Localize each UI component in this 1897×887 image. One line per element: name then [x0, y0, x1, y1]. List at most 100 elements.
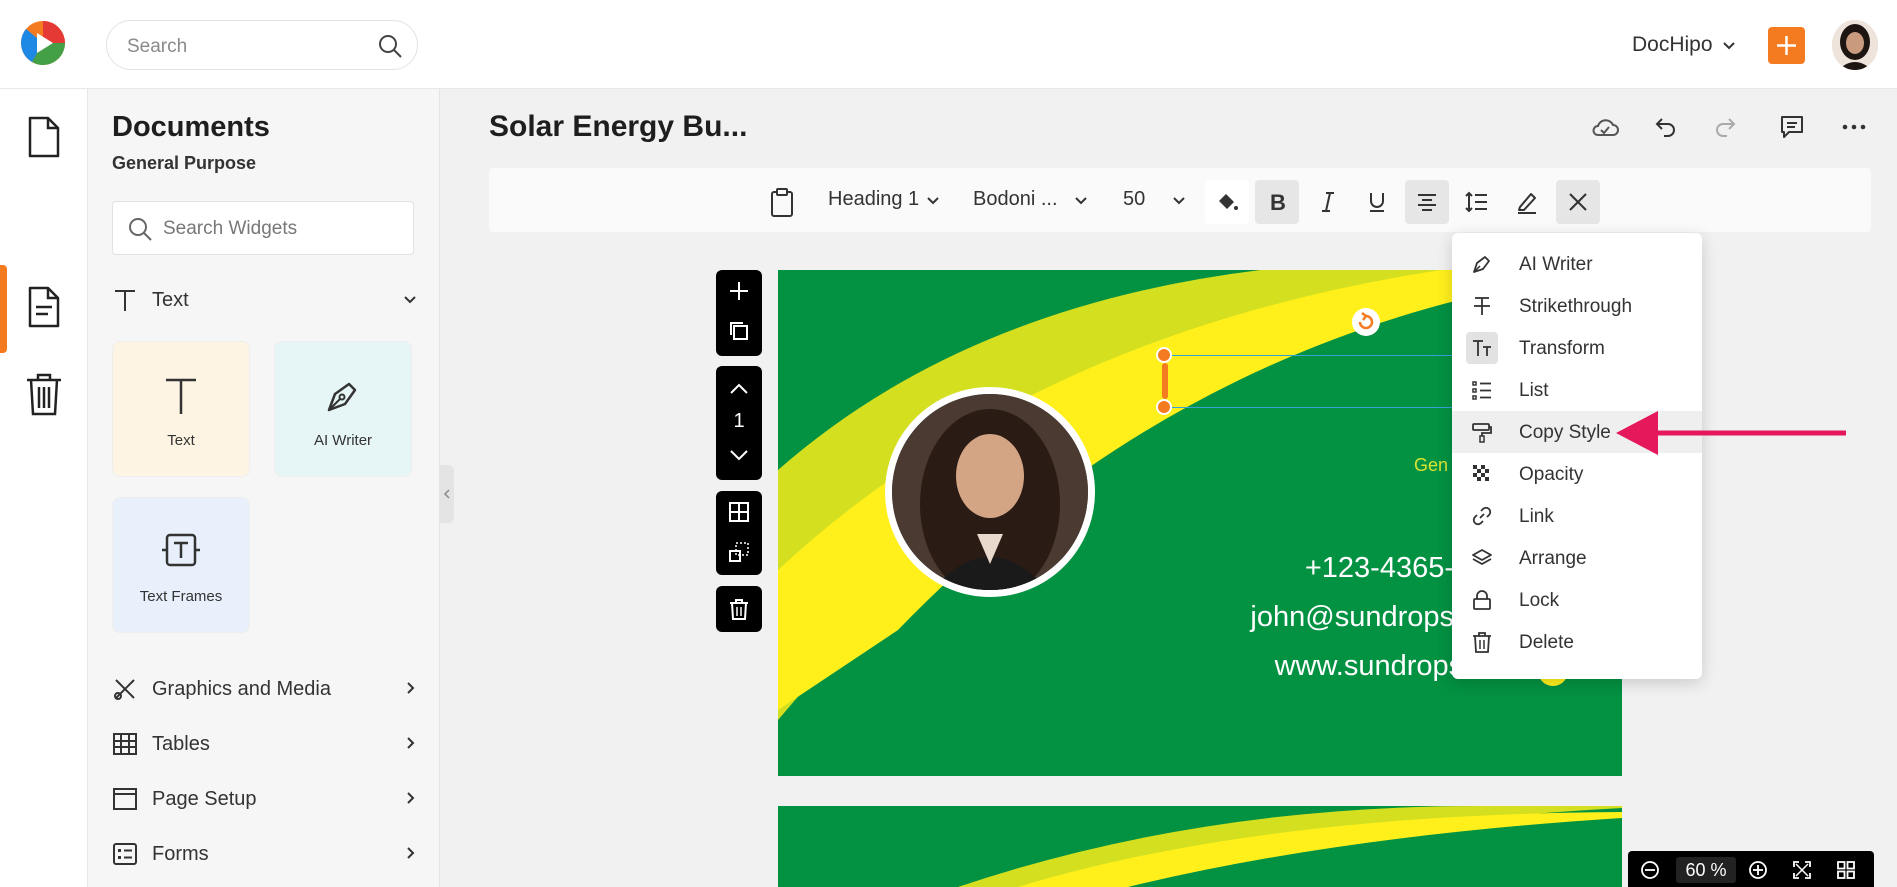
cloud-saved-icon[interactable] [1590, 112, 1620, 142]
resize-handle-top[interactable] [1156, 347, 1172, 363]
bold-button[interactable]: B [1255, 180, 1299, 224]
comment-icon[interactable] [1777, 112, 1807, 142]
pen-nib-icon [1466, 248, 1498, 280]
section-tables[interactable]: Tables [112, 723, 418, 763]
redo-icon[interactable] [1712, 112, 1742, 142]
undo-icon[interactable] [1649, 112, 1679, 142]
underline-icon [1370, 193, 1384, 212]
zoom-value: 60 [1685, 860, 1706, 880]
grid-icon[interactable] [728, 501, 750, 523]
resize-handle-bottom[interactable] [1156, 399, 1172, 415]
chevron-up-icon[interactable] [728, 378, 750, 400]
font-size-select[interactable]: 50 [1123, 188, 1145, 211]
menu-item-lock[interactable]: Lock [1452, 579, 1702, 621]
widget-tile-text[interactable]: Text [112, 341, 250, 477]
job-title-text[interactable]: Gen [1414, 455, 1448, 476]
widget-search-input[interactable]: Search Widgets [112, 201, 414, 255]
menu-item-opacity[interactable]: Opacity [1452, 453, 1702, 495]
chevron-right-icon [407, 792, 415, 804]
document-icon [28, 116, 60, 158]
panel-subtitle: General Purpose [112, 153, 257, 173]
menu-item-link[interactable]: Link [1452, 495, 1702, 537]
account-menu-label[interactable]: DocHipo [1632, 33, 1713, 57]
delete-page-button[interactable] [716, 586, 762, 632]
menu-item-label: Transform [1519, 338, 1605, 359]
chevron-down-icon[interactable] [1720, 36, 1738, 54]
rail-templates[interactable] [0, 267, 88, 347]
widget-tile-label: Text [167, 432, 195, 449]
text-style-select[interactable]: Heading 1 [828, 188, 919, 211]
zoom-in-icon[interactable] [1748, 860, 1768, 880]
bold-icon: B [1270, 190, 1286, 214]
section-forms[interactable]: Forms [112, 833, 418, 873]
widget-search-placeholder: Search Widgets [163, 218, 298, 239]
zoom-out-icon[interactable] [1640, 860, 1660, 880]
search-icon[interactable] [377, 33, 403, 59]
line-spacing-button[interactable] [1455, 180, 1499, 224]
widget-tile-text-frames[interactable]: Text Frames [112, 497, 250, 633]
text-icon [115, 290, 135, 311]
widget-tile-ai-writer[interactable]: AI Writer [274, 341, 412, 477]
menu-item-label: Link [1519, 506, 1554, 527]
duplicate-page-icon[interactable] [728, 320, 750, 342]
widget-tile-label: AI Writer [313, 432, 373, 449]
underline-button[interactable] [1355, 180, 1399, 224]
chevron-down-icon[interactable] [1171, 192, 1187, 208]
fullscreen-icon[interactable] [1792, 860, 1812, 880]
layers-icon [1466, 542, 1498, 574]
search-placeholder: Search [127, 36, 188, 57]
section-graphics-and-media[interactable]: Graphics and Media [112, 668, 418, 708]
paint-bucket-icon [1219, 194, 1238, 210]
collapse-panel-button[interactable] [440, 465, 454, 523]
zoom-level-field[interactable]: 60 % [1676, 857, 1736, 883]
add-page-icon[interactable] [728, 280, 750, 302]
graphics-icon [114, 679, 135, 700]
app-logo-icon[interactable] [20, 20, 66, 66]
panel-title: Documents [112, 111, 270, 143]
phone-text[interactable]: +123-4365- [1305, 552, 1454, 585]
rail-trash[interactable] [0, 353, 88, 433]
select-area-icon[interactable] [728, 541, 750, 563]
canvas-page-2[interactable] [778, 806, 1622, 887]
table-icon [113, 733, 137, 755]
menu-item-strikethrough[interactable]: Strikethrough [1452, 285, 1702, 327]
widgets-panel: Documents General Purpose Search Widgets… [88, 89, 440, 887]
rotate-handle[interactable] [1352, 308, 1380, 336]
layout-actions-group [716, 491, 762, 575]
user-avatar[interactable] [1832, 20, 1878, 70]
document-title[interactable]: Solar Energy Bu... [489, 110, 747, 144]
section-page-setup[interactable]: Page Setup [112, 778, 418, 818]
rail-documents[interactable] [0, 97, 88, 177]
highlight-button[interactable] [1505, 180, 1549, 224]
profile-photo[interactable] [885, 387, 1095, 597]
italic-button[interactable] [1306, 180, 1350, 224]
more-options-icon[interactable] [1839, 112, 1869, 142]
grid-view-icon[interactable] [1836, 860, 1856, 880]
email-text[interactable]: john@sundrops [1250, 601, 1454, 634]
chevron-down-icon[interactable] [1073, 192, 1089, 208]
document-text-icon [28, 286, 60, 328]
menu-item-ai-writer[interactable]: AI Writer [1452, 243, 1702, 285]
more-tools-close-button[interactable] [1556, 180, 1600, 224]
font-family-select[interactable]: Bodoni ... [973, 188, 1058, 211]
menu-item-transform[interactable]: Transform [1452, 327, 1702, 369]
chevron-right-icon [407, 847, 415, 859]
clipboard-icon[interactable] [769, 180, 795, 220]
menu-item-arrange[interactable]: Arrange [1452, 537, 1702, 579]
chevron-down-icon[interactable] [925, 192, 941, 208]
paint-roller-icon [1466, 416, 1498, 448]
fill-color-button[interactable] [1205, 180, 1249, 224]
menu-item-label: Copy Style [1519, 422, 1611, 443]
zoom-unit: % [1710, 860, 1727, 880]
section-text[interactable]: Text [112, 279, 418, 319]
align-center-button[interactable] [1405, 180, 1449, 224]
create-new-button[interactable] [1768, 27, 1805, 64]
menu-item-list[interactable]: List [1452, 369, 1702, 411]
resize-bar-handle[interactable] [1162, 363, 1168, 399]
section-label: Graphics and Media [152, 678, 331, 700]
text-toolbar: Heading 1 Bodoni ... 50 B [489, 168, 1871, 232]
section-label: Page Setup [152, 788, 257, 810]
chevron-down-icon[interactable] [728, 444, 750, 466]
global-search-input[interactable]: Search [106, 20, 418, 70]
menu-item-delete[interactable]: Delete [1452, 621, 1702, 663]
